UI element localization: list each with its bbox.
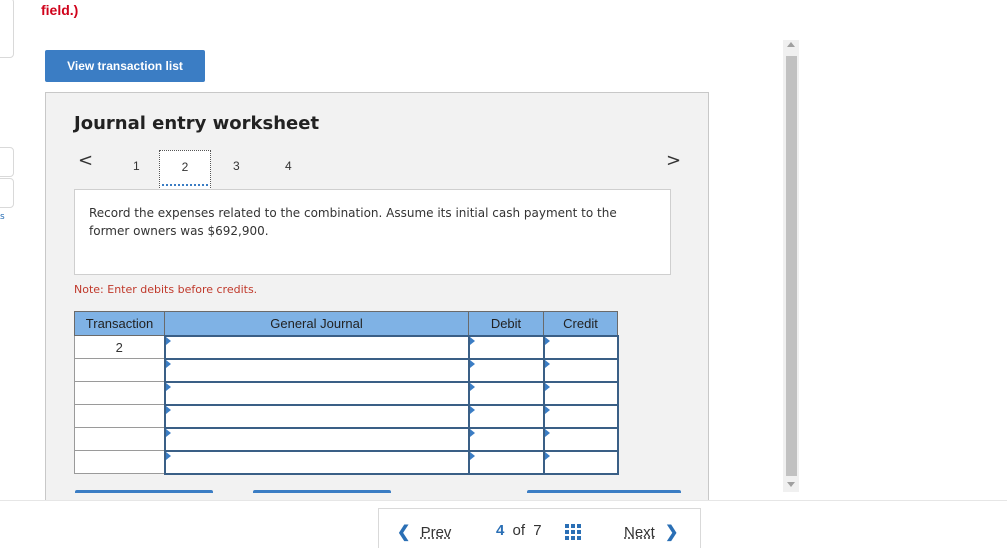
general-journal-input[interactable]: [163, 403, 470, 429]
column-header-credit: Credit: [543, 311, 618, 336]
credit-input[interactable]: [542, 380, 619, 406]
question-text-fragment: field.): [41, 2, 79, 18]
chevron-right-icon[interactable]: >: [666, 151, 681, 171]
chevron-right-icon: ❯: [665, 524, 679, 541]
debit-input[interactable]: [467, 403, 545, 429]
debit-input[interactable]: [467, 426, 545, 452]
record-entry-button[interactable]: [75, 490, 213, 493]
next-button[interactable]: Next ❯: [624, 522, 678, 542]
debit-input[interactable]: [467, 357, 545, 383]
column-header-general-journal: General Journal: [164, 311, 469, 336]
transaction-cell: 2: [74, 335, 165, 359]
credit-input[interactable]: [542, 403, 619, 429]
view-general-journal-button[interactable]: [527, 490, 681, 493]
debit-input[interactable]: [467, 380, 545, 406]
credit-input[interactable]: [542, 357, 619, 383]
question-navigation: ❮ Prev 4 of 7 Next ❯: [378, 508, 701, 548]
chevron-left-icon: ❮: [397, 524, 411, 541]
tab-page-3[interactable]: 3: [233, 159, 240, 173]
worksheet-title: Journal entry worksheet: [74, 113, 320, 134]
general-journal-input[interactable]: [163, 426, 470, 452]
table-row: [74, 380, 619, 406]
scrollbar-thumb[interactable]: [786, 56, 797, 476]
table-row: 2: [74, 334, 619, 360]
tab-page-2-label: 2: [181, 160, 189, 174]
instruction-text: Record the expenses related to the combi…: [89, 206, 617, 238]
left-panel-fragment: [0, 178, 14, 208]
column-header-debit: Debit: [468, 311, 544, 336]
journal-entry-worksheet: Journal entry worksheet < 1 2 3 4 > Reco…: [45, 92, 709, 500]
table-row: [74, 449, 619, 475]
credit-input[interactable]: [542, 426, 619, 452]
transaction-cell: [74, 450, 165, 474]
prev-button[interactable]: ❮ Prev: [397, 522, 451, 542]
active-tab-indicator: [162, 184, 208, 186]
current-question: 4: [496, 522, 505, 539]
general-journal-input[interactable]: [163, 380, 470, 406]
transaction-cell: [74, 381, 165, 405]
debit-input[interactable]: [467, 449, 545, 475]
debit-input[interactable]: [467, 334, 545, 360]
left-panel-marker: s: [0, 212, 5, 222]
chevron-left-icon[interactable]: <: [78, 151, 93, 171]
prev-label: Prev: [420, 524, 452, 541]
tab-page-2[interactable]: 2: [159, 150, 211, 190]
question-counter: 4 of 7: [496, 522, 542, 539]
next-label: Next: [624, 524, 655, 541]
note-text: Note: Enter debits before credits.: [74, 283, 258, 296]
general-journal-input[interactable]: [163, 449, 470, 475]
table-row: [74, 403, 619, 429]
total-questions: 7: [533, 522, 542, 539]
tab-page-4[interactable]: 4: [285, 159, 292, 173]
general-journal-input[interactable]: [163, 334, 470, 360]
instruction-box: Record the expenses related to the combi…: [74, 189, 671, 275]
left-panel-fragment: [0, 147, 14, 177]
credit-input[interactable]: [542, 334, 619, 360]
view-transaction-list-button[interactable]: View transaction list: [45, 50, 205, 82]
credit-input[interactable]: [542, 449, 619, 475]
scroll-down-arrow-icon[interactable]: [787, 482, 795, 487]
transaction-cell: [74, 427, 165, 451]
general-journal-input[interactable]: [163, 357, 470, 383]
tab-page-1[interactable]: 1: [133, 159, 140, 173]
table-row: [74, 357, 619, 383]
footer-divider: [0, 500, 1007, 501]
table-row: [74, 426, 619, 452]
column-header-transaction: Transaction: [74, 311, 165, 336]
of-label: of: [512, 522, 526, 539]
transaction-cell: [74, 358, 165, 382]
clear-entry-button[interactable]: [253, 490, 391, 493]
transaction-cell: [74, 404, 165, 428]
grid-icon[interactable]: [565, 524, 581, 540]
scroll-up-arrow-icon[interactable]: [787, 42, 795, 47]
table-header-row: Transaction General Journal Debit Credit: [74, 311, 618, 336]
journal-table: Transaction General Journal Debit Credit…: [74, 311, 619, 475]
left-panel-fragment: [0, 0, 14, 58]
